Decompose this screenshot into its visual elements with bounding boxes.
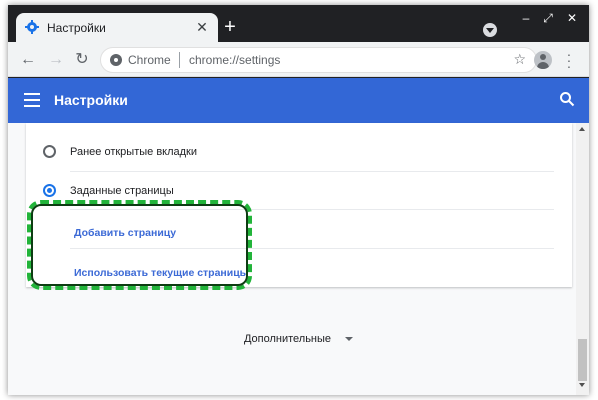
tab-close-icon[interactable]: ✕ [193, 18, 211, 36]
minimize-button[interactable]: – [518, 11, 534, 25]
advanced-toggle[interactable]: Дополнительные [8, 333, 589, 345]
advanced-label: Дополнительные [243, 333, 332, 345]
option-label-previous-tabs: Ранее открытые вкладки [70, 146, 198, 158]
tab-title: Настройки [47, 21, 106, 35]
search-icon[interactable] [559, 91, 575, 107]
url-text[interactable]: chrome://settings [189, 53, 280, 67]
browser-toolbar: ← → ↻ Chrome chrome://settings ☆ · · · [8, 42, 589, 77]
hamburger-icon[interactable] [24, 93, 40, 107]
settings-gear-icon [25, 20, 39, 34]
star-icon[interactable]: ☆ [513, 51, 526, 68]
omnibox-separator [179, 52, 180, 68]
tab-search-icon[interactable] [483, 23, 497, 37]
option-label-specific-pages: Заданные страницы [70, 185, 174, 197]
omnibox-chip: Chrome [128, 53, 171, 67]
site-info-icon[interactable] [110, 54, 122, 66]
highlight-annotation [27, 200, 252, 290]
close-window-button[interactable]: ✕ [564, 11, 580, 25]
page-title: Настройки [54, 92, 128, 108]
tab-strip: Настройки ✕ + – ⤢ ✕ [8, 5, 589, 42]
settings-header: Настройки [8, 78, 589, 123]
radio-specific-pages[interactable] [43, 184, 56, 197]
new-tab-button[interactable]: + [221, 17, 239, 37]
avatar-icon[interactable] [534, 51, 552, 69]
scrollbar[interactable] [576, 123, 589, 395]
reload-icon[interactable]: ↻ [72, 50, 92, 70]
chevron-down-icon [345, 337, 354, 342]
tab-settings[interactable]: Настройки ✕ [16, 13, 218, 42]
scroll-up-icon[interactable] [579, 127, 585, 131]
scroll-down-icon[interactable] [579, 383, 585, 387]
address-bar[interactable]: Chrome chrome://settings ☆ [100, 47, 537, 73]
maximize-button[interactable]: ⤢ [540, 11, 556, 25]
divider [70, 171, 554, 172]
radio-previous-tabs[interactable] [43, 145, 56, 158]
back-icon[interactable]: ← [18, 50, 38, 70]
menu-icon[interactable]: · · · [564, 47, 574, 73]
scroll-thumb[interactable] [578, 339, 587, 381]
forward-icon[interactable]: → [46, 50, 66, 70]
